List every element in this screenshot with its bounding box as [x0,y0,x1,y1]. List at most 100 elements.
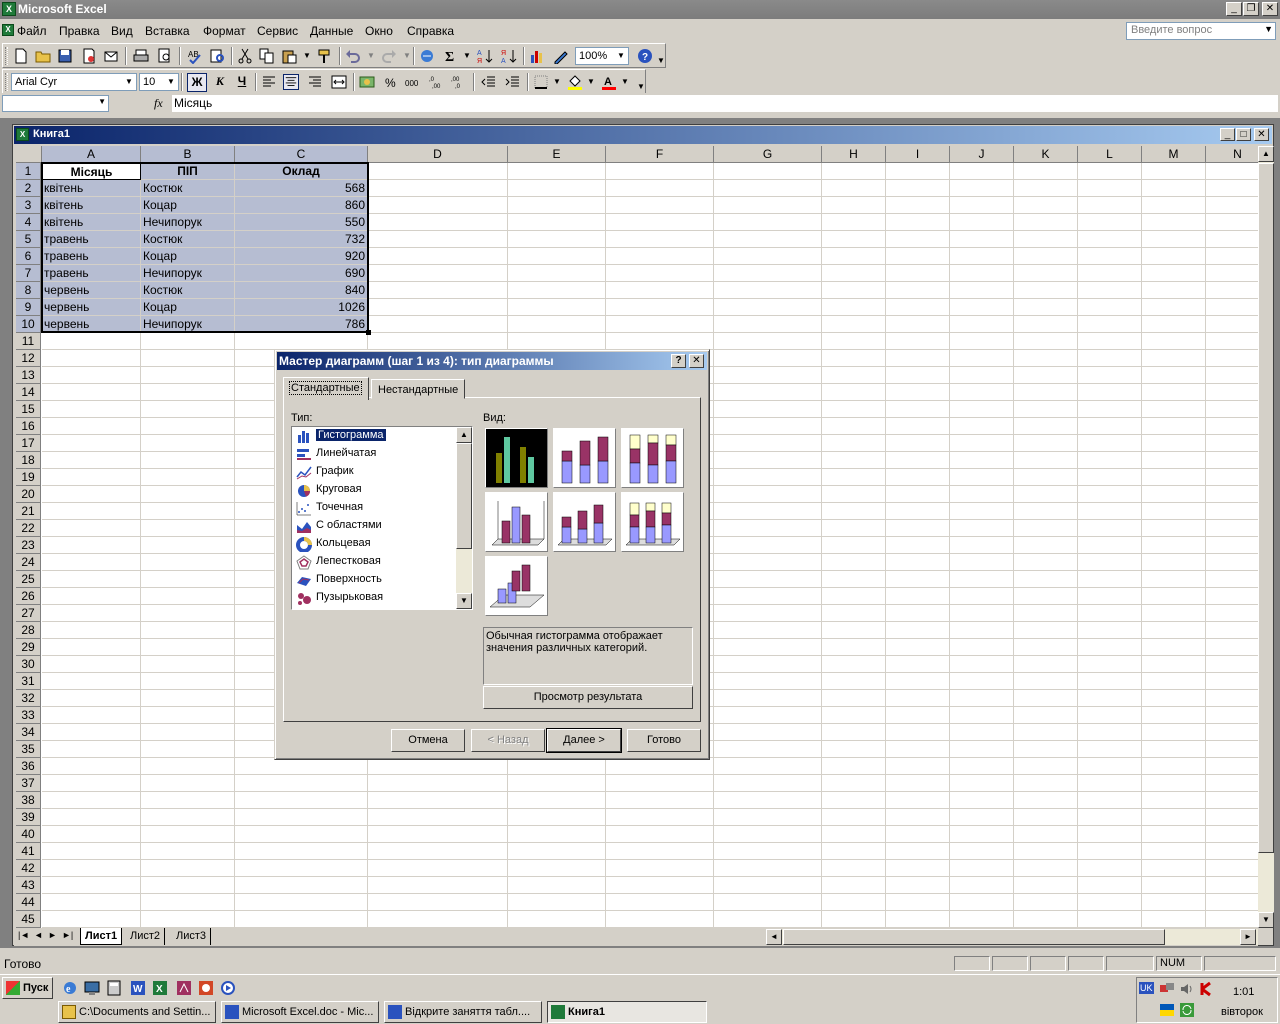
column-header-m[interactable]: M [1142,146,1206,163]
row-header[interactable]: 20 [16,486,41,503]
type-item-pie[interactable]: Круговая [294,482,454,499]
percent-icon[interactable]: % [383,74,399,90]
row-header[interactable]: 4 [16,214,41,231]
cell-c1[interactable]: Оклад [235,163,368,180]
column-header-d[interactable]: D [368,146,508,163]
row-header[interactable]: 6 [16,248,41,265]
print-preview-icon[interactable] [157,48,173,64]
fill-color-icon[interactable] [567,74,583,90]
row-header[interactable]: 7 [16,265,41,282]
subtype-3d-column[interactable] [485,556,548,616]
volume-icon[interactable] [1179,981,1195,997]
row-header[interactable]: 11 [16,333,41,350]
media-player-icon[interactable] [220,980,236,996]
formula-input[interactable]: Місяць [172,95,1278,112]
toolbar-grip[interactable] [5,47,8,65]
new-icon[interactable] [13,48,29,64]
sheet-tab-1[interactable]: Лист1 [80,928,123,945]
table-cell[interactable]: Костюк [141,231,235,248]
scroll-thumb[interactable] [1258,163,1274,853]
table-cell[interactable]: червень [42,299,141,316]
merge-center-icon[interactable] [331,74,347,90]
tab-custom[interactable]: Нестандартные [371,379,465,399]
font-size-select[interactable]: 10 ▼ [139,73,179,91]
table-cell[interactable]: Коцар [141,197,235,214]
row-header[interactable]: 32 [16,690,41,707]
row-header[interactable]: 25 [16,571,41,588]
chevron-down-icon[interactable]: ▼ [165,75,177,89]
select-all-corner[interactable] [16,146,42,163]
type-item-surface[interactable]: Поверхность [294,572,454,589]
list-scroll-down-button[interactable]: ▼ [456,593,472,609]
row-header[interactable]: 39 [16,809,41,826]
column-header-k[interactable]: K [1014,146,1078,163]
menu-window[interactable]: Окно [365,24,393,38]
menu-file[interactable]: Файл [17,24,47,38]
undo-dropdown-icon[interactable]: ▼ [367,51,375,60]
row-header[interactable]: 9 [16,299,41,316]
row-header[interactable]: 5 [16,231,41,248]
column-header-a[interactable]: A [42,146,141,163]
row-header[interactable]: 19 [16,469,41,486]
print-icon[interactable] [133,48,149,64]
row-header[interactable]: 22 [16,520,41,537]
row-header[interactable]: 37 [16,775,41,792]
autosum-icon[interactable]: Σ [443,48,459,64]
row-header[interactable]: 31 [16,673,41,690]
redo-icon[interactable] [381,48,397,64]
row-header[interactable]: 40 [16,826,41,843]
excel-quicklaunch-icon[interactable]: X [152,980,168,996]
scroll-left-button[interactable]: ◄ [766,929,782,945]
access-icon[interactable] [176,980,192,996]
row-header[interactable]: 28 [16,622,41,639]
scroll-down-button[interactable]: ▼ [1258,912,1274,928]
table-cell[interactable]: Коцар [141,299,235,316]
dialog-close-button[interactable]: ✕ [689,354,704,368]
row-header[interactable]: 42 [16,860,41,877]
task-word-lesson[interactable]: Відкрите заняття табл.... [384,1001,542,1023]
clock-time[interactable]: 1:01 [1233,986,1254,998]
row-header[interactable]: 1 [16,163,41,180]
bold-button[interactable]: Ж [187,73,207,92]
language-indicator[interactable]: UK [1139,982,1154,994]
antivirus-icon[interactable] [1199,981,1215,997]
type-item-scatter[interactable]: Точечная [294,500,454,517]
font-color-dropdown-icon[interactable]: ▼ [621,77,629,86]
menu-view[interactable]: Вид [111,24,133,38]
table-cell[interactable]: травень [42,265,141,282]
row-header[interactable]: 45 [16,911,41,928]
row-header[interactable]: 10 [16,316,41,333]
workbook-icon[interactable]: X [16,128,29,141]
subtype-3d-clustered-column[interactable] [485,492,548,552]
autosum-dropdown-icon[interactable]: ▼ [463,51,471,60]
workbook-minimize-button[interactable]: _ [1220,128,1235,141]
subtype-3d-100-stacked-column[interactable] [621,492,684,552]
row-header[interactable]: 36 [16,758,41,775]
table-cell[interactable]: 690 [235,265,368,282]
ask-question-box[interactable]: Введите вопрос ▼ [1126,22,1276,40]
row-header[interactable]: 18 [16,452,41,469]
row-header[interactable]: 33 [16,707,41,724]
task-excel-workbook[interactable]: Книга1 [547,1001,707,1023]
row-header[interactable]: 43 [16,877,41,894]
italic-button[interactable]: К [211,73,229,92]
paste-icon[interactable] [281,48,297,64]
chart-type-list[interactable]: Гистограмма Линейчатая График Круговая Т… [291,426,473,610]
list-scroll-up-button[interactable]: ▲ [456,427,472,443]
word-icon[interactable]: W [130,980,146,996]
excel-doc-icon[interactable]: X [2,24,14,36]
name-box[interactable]: ▼ [2,95,109,112]
table-cell[interactable]: 860 [235,197,368,214]
table-cell[interactable]: квітень [42,214,141,231]
type-item-bubble[interactable]: Пузырьковая [294,590,454,607]
sort-descending-icon[interactable]: ЯA [501,48,517,64]
table-cell[interactable]: 732 [235,231,368,248]
column-header-l[interactable]: L [1078,146,1142,163]
finish-button[interactable]: Готово [627,729,701,752]
internet-explorer-icon[interactable]: e [62,980,78,996]
subtype-100-stacked-column[interactable] [621,428,684,488]
decrease-decimal-icon[interactable]: ,00,0 [451,74,467,90]
undo-icon[interactable] [345,48,361,64]
borders-icon[interactable] [533,74,549,90]
back-button[interactable]: < Назад [471,729,545,752]
